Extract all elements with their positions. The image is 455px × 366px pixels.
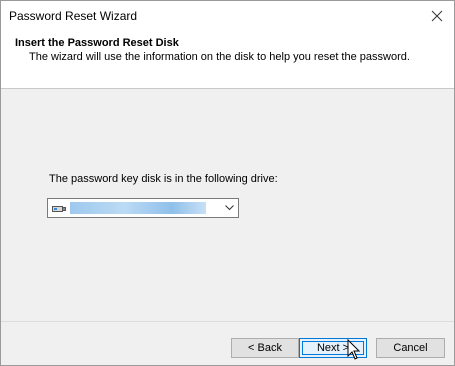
drive-dropdown[interactable]	[47, 198, 239, 218]
back-button[interactable]: < Back	[231, 338, 299, 358]
drive-label: The password key disk is in the followin…	[49, 173, 278, 185]
page-title: Insert the Password Reset Disk	[15, 37, 179, 49]
title-bar: Password Reset Wizard	[1, 1, 454, 31]
usb-drive-icon	[52, 206, 66, 212]
window-title: Password Reset Wizard	[9, 9, 138, 23]
next-button-label: Next >	[316, 342, 350, 354]
chevron-down-icon	[225, 205, 234, 211]
close-button[interactable]	[420, 1, 454, 31]
page-subtitle: The wizard will use the information on t…	[29, 51, 410, 63]
close-icon	[431, 10, 443, 22]
mouse-cursor-icon	[347, 339, 361, 360]
wizard-footer: < Back Next > Cancel	[1, 321, 454, 365]
wizard-body: The password key disk is in the followin…	[1, 89, 454, 321]
cancel-button[interactable]: Cancel	[376, 338, 445, 358]
wizard-header: Insert the Password Reset Disk The wizar…	[1, 31, 454, 89]
password-reset-wizard-window: Password Reset Wizard Insert the Passwor…	[0, 0, 455, 366]
drive-selected-value	[70, 202, 206, 214]
